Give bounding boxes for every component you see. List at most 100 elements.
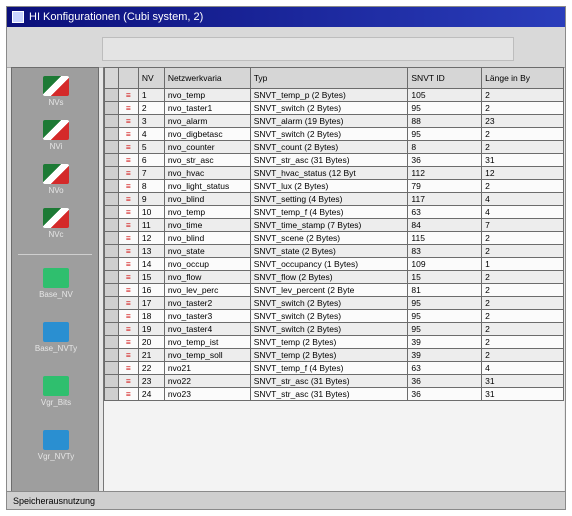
cell-length[interactable]: 4 [481, 205, 564, 219]
cell-type[interactable]: SNVT_switch (2 Bytes) [249, 296, 409, 310]
table-row[interactable]: ≡ 23 nvo22 SNVT_str_asc (31 Bytes) 36 31 [104, 374, 564, 388]
cell-length[interactable]: 31 [481, 374, 564, 388]
table-row[interactable]: ≡ 17 nvo_taster2 SNVT_switch (2 Bytes) 95 2 [104, 296, 564, 310]
table-row[interactable]: ≡ 7 nvo_hvac SNVT_hvac_status (12 Byt 112 12 [104, 166, 564, 180]
sidebar-button-nvs[interactable]: NVs [20, 72, 92, 114]
cell-nv[interactable]: 22 [137, 361, 165, 375]
column-header-snvt-id[interactable]: SNVT ID [407, 67, 483, 89]
cell-snvt-id[interactable]: 95 [407, 322, 483, 336]
cell-nv[interactable]: 17 [137, 296, 165, 310]
cell-variable[interactable]: nvo_taster3 [163, 309, 251, 323]
cell-nv[interactable]: 12 [137, 231, 165, 245]
cell-nv[interactable]: 3 [137, 114, 165, 128]
cell-snvt-id[interactable]: 117 [407, 192, 483, 206]
cell-snvt-id[interactable]: 95 [407, 309, 483, 323]
row-selector[interactable] [104, 374, 119, 388]
cell-length[interactable]: 4 [481, 192, 564, 206]
cell-variable[interactable]: nvo23 [163, 387, 251, 401]
cell-length[interactable]: 2 [481, 309, 564, 323]
sidebar-button-nvi[interactable]: NVi [20, 116, 92, 158]
cell-variable[interactable]: nvo_taster1 [163, 101, 251, 115]
row-selector[interactable] [104, 322, 119, 336]
row-selector[interactable] [104, 101, 119, 115]
table-row[interactable]: ≡ 20 nvo_temp_ist SNVT_temp (2 Bytes) 39 2 [104, 335, 564, 349]
cell-snvt-id[interactable]: 84 [407, 218, 483, 232]
cell-nv[interactable]: 14 [137, 257, 165, 271]
row-selector[interactable] [104, 218, 119, 232]
table-row[interactable]: ≡ 2 nvo_taster1 SNVT_switch (2 Bytes) 95 2 [104, 101, 564, 115]
cell-variable[interactable]: nvo_lev_perc [163, 283, 251, 297]
table-row[interactable]: ≡ 13 nvo_state SNVT_state (2 Bytes) 83 2 [104, 244, 564, 258]
toolbar-field[interactable] [102, 37, 514, 61]
cell-length[interactable]: 2 [481, 335, 564, 349]
table-row[interactable]: ≡ 14 nvo_occup SNVT_occupancy (1 Bytes) 109 1 [104, 257, 564, 271]
cell-nv[interactable]: 7 [137, 166, 165, 180]
cell-variable[interactable]: nvo22 [163, 374, 251, 388]
cell-type[interactable]: SNVT_lux (2 Bytes) [249, 179, 409, 193]
cell-snvt-id[interactable]: 81 [407, 283, 483, 297]
cell-snvt-id[interactable]: 95 [407, 127, 483, 141]
table-row[interactable]: ≡ 11 nvo_time SNVT_time_stamp (7 Bytes) 84 7 [104, 218, 564, 232]
cell-variable[interactable]: nvo_occup [163, 257, 251, 271]
row-selector[interactable] [104, 296, 119, 310]
row-selector[interactable] [104, 387, 119, 401]
cell-type[interactable]: SNVT_switch (2 Bytes) [249, 322, 409, 336]
cell-length[interactable]: 2 [481, 348, 564, 362]
table-row[interactable]: ≡ 21 nvo_temp_soll SNVT_temp (2 Bytes) 39 2 [104, 348, 564, 362]
cell-snvt-id[interactable]: 63 [407, 361, 483, 375]
cell-type[interactable]: SNVT_str_asc (31 Bytes) [249, 153, 409, 167]
sidebar-button-nvc[interactable]: NVc [20, 204, 92, 246]
cell-snvt-id[interactable]: 36 [407, 387, 483, 401]
cell-length[interactable]: 2 [481, 140, 564, 154]
cell-variable[interactable]: nvo_light_status [163, 179, 251, 193]
sidebar-button-vgr-nvty[interactable]: Vgr_NVTy [20, 426, 92, 468]
cell-nv[interactable]: 4 [137, 127, 165, 141]
row-selector[interactable] [104, 140, 119, 154]
row-selector[interactable] [104, 335, 119, 349]
cell-length[interactable]: 2 [481, 179, 564, 193]
cell-nv[interactable]: 9 [137, 192, 165, 206]
cell-length[interactable]: 2 [481, 101, 564, 115]
sidebar-button-base-nvty[interactable]: Base_NVTy [20, 318, 92, 360]
cell-snvt-id[interactable]: 63 [407, 205, 483, 219]
table-row[interactable]: ≡ 4 nvo_digbetasc SNVT_switch (2 Bytes) 95 2 [104, 127, 564, 141]
cell-type[interactable]: SNVT_setting (4 Bytes) [249, 192, 409, 206]
cell-snvt-id[interactable]: 95 [407, 101, 483, 115]
cell-nv[interactable]: 8 [137, 179, 165, 193]
cell-snvt-id[interactable]: 39 [407, 348, 483, 362]
cell-nv[interactable]: 21 [137, 348, 165, 362]
cell-variable[interactable]: nvo_counter [163, 140, 251, 154]
table-row[interactable]: ≡ 8 nvo_light_status SNVT_lux (2 Bytes) 79 2 [104, 179, 564, 193]
column-header-variable[interactable]: Netzwerkvaria [163, 67, 251, 89]
cell-type[interactable]: SNVT_switch (2 Bytes) [249, 309, 409, 323]
marker-header[interactable] [117, 67, 139, 89]
cell-variable[interactable]: nvo21 [163, 361, 251, 375]
cell-nv[interactable]: 1 [137, 88, 165, 102]
row-selector[interactable] [104, 361, 119, 375]
cell-type[interactable]: SNVT_flow (2 Bytes) [249, 270, 409, 284]
cell-type[interactable]: SNVT_temp (2 Bytes) [249, 335, 409, 349]
cell-type[interactable]: SNVT_str_asc (31 Bytes) [249, 387, 409, 401]
row-selector[interactable] [104, 88, 119, 102]
cell-nv[interactable]: 5 [137, 140, 165, 154]
cell-length[interactable]: 2 [481, 127, 564, 141]
cell-nv[interactable]: 23 [137, 374, 165, 388]
cell-length[interactable]: 31 [481, 387, 564, 401]
cell-type[interactable]: SNVT_scene (2 Bytes) [249, 231, 409, 245]
cell-variable[interactable]: nvo_hvac [163, 166, 251, 180]
row-selector[interactable] [104, 244, 119, 258]
cell-length[interactable]: 2 [481, 270, 564, 284]
cell-variable[interactable]: nvo_taster2 [163, 296, 251, 310]
cell-length[interactable]: 2 [481, 231, 564, 245]
cell-type[interactable]: SNVT_temp (2 Bytes) [249, 348, 409, 362]
cell-snvt-id[interactable]: 15 [407, 270, 483, 284]
cell-length[interactable]: 31 [481, 153, 564, 167]
cell-length[interactable]: 4 [481, 361, 564, 375]
cell-nv[interactable]: 2 [137, 101, 165, 115]
cell-type[interactable]: SNVT_time_stamp (7 Bytes) [249, 218, 409, 232]
table-row[interactable]: ≡ 3 nvo_alarm SNVT_alarm (19 Bytes) 88 23 [104, 114, 564, 128]
cell-length[interactable]: 2 [481, 244, 564, 258]
table-row[interactable]: ≡ 10 nvo_temp SNVT_temp_f (4 Bytes) 63 4 [104, 205, 564, 219]
cell-nv[interactable]: 15 [137, 270, 165, 284]
cell-variable[interactable]: nvo_temp [163, 88, 251, 102]
